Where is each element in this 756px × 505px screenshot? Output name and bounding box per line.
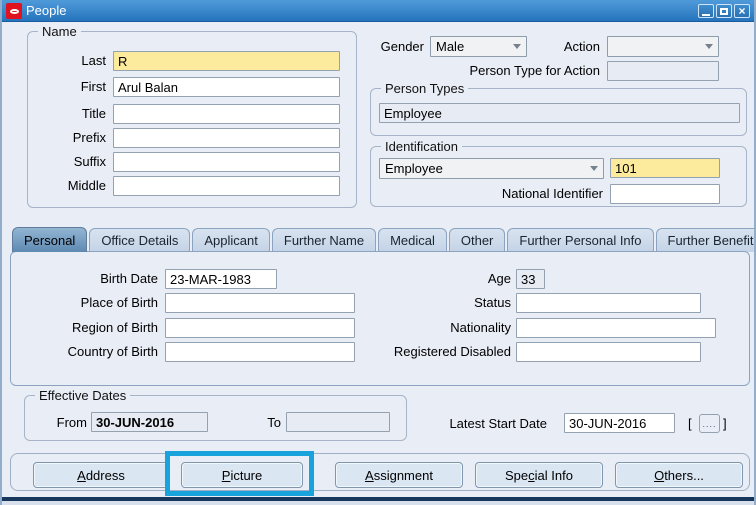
- special-info-button[interactable]: Spe c ial Info: [475, 462, 603, 488]
- tab-other[interactable]: Other: [448, 228, 506, 252]
- person-type-for-action-label: Person Type for Action: [469, 63, 600, 78]
- gender-combo[interactable]: Male: [430, 36, 527, 57]
- gender-label: Gender: [380, 39, 424, 54]
- person-type-for-action-field[interactable]: [607, 61, 719, 81]
- status-label: Status: [474, 295, 511, 310]
- last-name-label: Last: [81, 53, 106, 68]
- latest-start-date-field[interactable]: [564, 413, 675, 433]
- region-of-birth-label: Region of Birth: [72, 320, 158, 335]
- effective-from-field[interactable]: [91, 412, 208, 432]
- assignment-button[interactable]: Assignment: [335, 462, 463, 488]
- bracket-left: [: [688, 416, 692, 431]
- gender-value: Male: [436, 39, 465, 54]
- others-button[interactable]: Others...: [615, 462, 743, 488]
- identification-type-value: Employee: [385, 161, 443, 176]
- nationality-field[interactable]: [516, 318, 716, 338]
- special-info-button-label: Spe: [505, 467, 529, 483]
- personal-tab-panel: Birth Date Place of Birth Region of Birt…: [10, 251, 750, 386]
- national-identifier-field[interactable]: [610, 184, 720, 204]
- lov-ellipsis-button[interactable]: ....: [699, 414, 720, 433]
- action-label: Action: [563, 39, 600, 54]
- effective-to-field[interactable]: [286, 412, 390, 432]
- place-of-birth-label: Place of Birth: [80, 295, 158, 310]
- title-field[interactable]: [113, 104, 340, 124]
- first-name-field[interactable]: [113, 77, 340, 97]
- employee-number-field[interactable]: [610, 158, 720, 178]
- tab-further-personal-info[interactable]: Further Personal Info: [507, 228, 654, 252]
- place-of-birth-field[interactable]: [165, 293, 355, 313]
- person-types-section: Person Types: [370, 81, 747, 136]
- footer-button-bar: Address Picture Assignment Spe c ial Info …: [10, 453, 750, 491]
- middle-label: Middle: [67, 178, 106, 193]
- effective-to-label: To: [267, 415, 281, 430]
- prefix-field[interactable]: [113, 128, 340, 148]
- chevron-down-icon: [513, 44, 521, 49]
- chevron-down-icon: [705, 44, 713, 49]
- title-bar[interactable]: People ×: [2, 0, 754, 22]
- nationality-label: Nationality: [450, 320, 511, 335]
- people-window: People × Name Last First Title Prefix Su…: [0, 0, 756, 505]
- prefix-label: Prefix: [72, 130, 106, 145]
- national-identifier-label: National Identifier: [501, 186, 603, 201]
- country-of-birth-label: Country of Birth: [67, 344, 158, 359]
- effective-dates-legend: Effective Dates: [35, 388, 131, 403]
- title-label: Title: [81, 106, 106, 121]
- latest-start-date-label: Latest Start Date: [449, 416, 547, 431]
- action-combo[interactable]: [607, 36, 719, 57]
- chevron-down-icon: [590, 166, 598, 171]
- tab-further-benefits[interactable]: Further Benefits: [655, 228, 754, 252]
- tab-strip: Personal Office Details Applicant Furthe…: [12, 227, 754, 252]
- person-types-legend: Person Types: [381, 81, 469, 96]
- suffix-field[interactable]: [113, 152, 340, 172]
- registered-disabled-field[interactable]: [516, 342, 701, 362]
- tab-applicant[interactable]: Applicant: [192, 228, 270, 252]
- window-title: People: [26, 3, 67, 18]
- first-name-label: First: [80, 79, 106, 94]
- birth-date-field[interactable]: [165, 269, 277, 289]
- address-button[interactable]: Address: [33, 462, 169, 488]
- maximize-button[interactable]: [716, 4, 732, 18]
- registered-disabled-label: Registered Disabled: [393, 344, 511, 359]
- age-field[interactable]: [516, 269, 545, 289]
- person-types-field[interactable]: [379, 103, 740, 123]
- effective-dates-section: Effective Dates From To: [24, 388, 407, 441]
- name-legend: Name: [38, 24, 81, 39]
- suffix-label: Suffix: [73, 154, 106, 169]
- region-of-birth-field[interactable]: [165, 318, 355, 338]
- oracle-logo-icon: [6, 3, 22, 19]
- maximize-icon: [720, 7, 728, 15]
- minimize-icon: [702, 13, 710, 16]
- window-bottom-edge: [2, 501, 754, 505]
- tab-medical[interactable]: Medical: [378, 228, 447, 252]
- tab-personal[interactable]: Personal: [12, 227, 88, 252]
- picture-button-highlight: [165, 451, 314, 496]
- last-name-field[interactable]: [113, 51, 340, 71]
- close-button[interactable]: ×: [734, 4, 750, 18]
- tab-office-details[interactable]: Office Details: [89, 228, 191, 252]
- status-field[interactable]: [516, 293, 701, 313]
- bracket-right: ]: [723, 416, 727, 431]
- close-icon: ×: [738, 4, 746, 18]
- minimize-button[interactable]: [698, 4, 714, 18]
- window-controls: ×: [698, 4, 750, 18]
- identification-section: Identification Employee National Identif…: [370, 139, 747, 207]
- effective-from-label: From: [56, 415, 87, 430]
- identification-legend: Identification: [381, 139, 462, 154]
- birth-date-label: Birth Date: [100, 271, 158, 286]
- age-label: Age: [487, 271, 511, 286]
- name-section: Name Last First Title Prefix Suffix Midd…: [27, 24, 357, 208]
- country-of-birth-field[interactable]: [165, 342, 355, 362]
- identification-type-combo[interactable]: Employee: [379, 158, 604, 179]
- tab-further-name[interactable]: Further Name: [271, 228, 377, 252]
- middle-field[interactable]: [113, 176, 340, 196]
